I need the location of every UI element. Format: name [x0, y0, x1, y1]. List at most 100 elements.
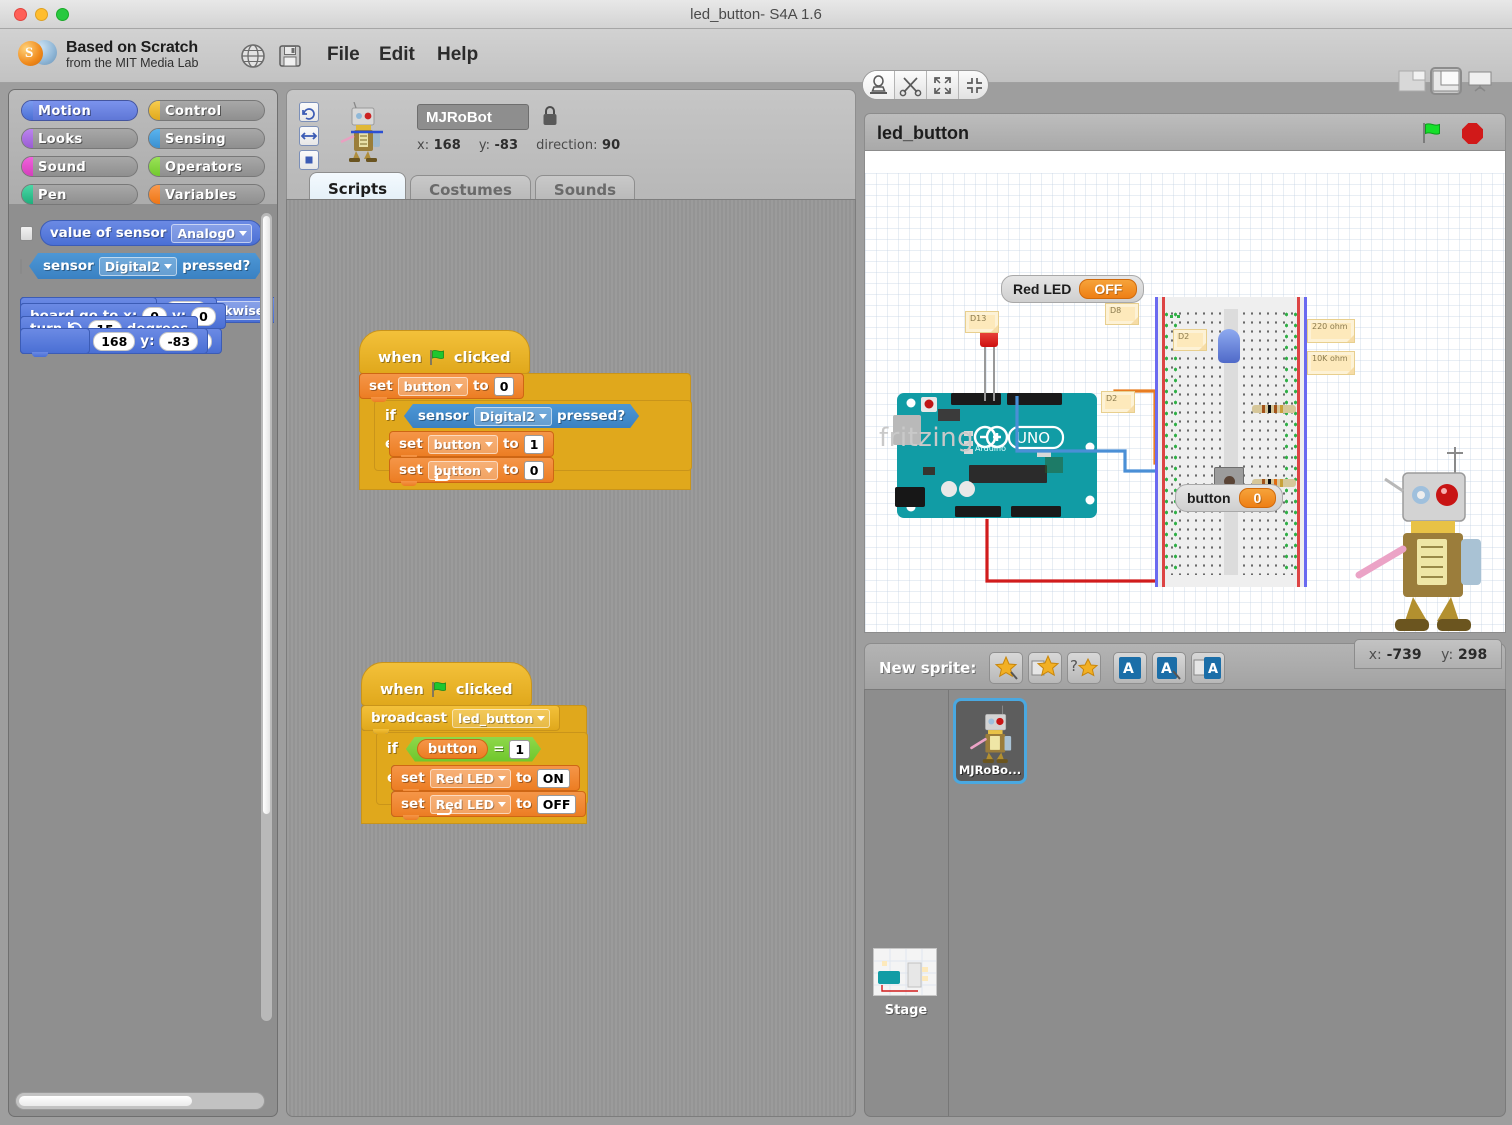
category-pen[interactable]: Pen: [21, 184, 138, 205]
menu-edit[interactable]: Edit: [379, 41, 415, 69]
equals-right-input[interactable]: 1: [509, 740, 530, 759]
sensor-port-value: Analog0: [177, 226, 235, 241]
block-value-of-sensor[interactable]: value of sensor Analog0: [40, 220, 262, 246]
sprite-name-field[interactable]: MJRoBot: [417, 104, 529, 130]
palette-horizontal-scrollbar[interactable]: [15, 1092, 265, 1110]
new-board-button[interactable]: A: [1113, 652, 1147, 684]
set-variable-dropdown[interactable]: Red LED: [430, 769, 511, 788]
category-motion[interactable]: Motion: [21, 100, 138, 121]
sensor-port-dropdown[interactable]: Analog0: [171, 224, 252, 243]
category-control-label: Control: [165, 101, 222, 121]
lock-icon[interactable]: [541, 104, 559, 128]
category-sensing-swatch: [149, 129, 160, 148]
block-glide-partial[interactable]: [20, 328, 90, 354]
watcher-red-led[interactable]: Red LED OFF: [1001, 275, 1144, 303]
palette-vertical-scroll-thumb[interactable]: [262, 215, 271, 815]
s4a-application: S Based on Scratch from the MIT Media La…: [0, 29, 1512, 1125]
script-led-driver[interactable]: when clicked digital 13 off: [361, 662, 587, 824]
goto-x-input[interactable]: 168: [93, 332, 135, 351]
category-operators[interactable]: Operators: [148, 156, 265, 177]
block-palette[interactable]: value of sensor Analog0 sensor Digital2: [12, 208, 274, 1088]
stage-selector[interactable]: Stage: [873, 948, 939, 1018]
category-operators-label: Operators: [165, 157, 242, 177]
block-set-button-1[interactable]: set button to 1: [389, 431, 554, 457]
script-button-reader[interactable]: when clicked set button to 0: [359, 330, 691, 490]
note-220-ohm: 220 ohm: [1307, 319, 1355, 343]
equals-operator-label: =: [493, 741, 504, 757]
surprise-sprite-button[interactable]: ?: [1067, 652, 1101, 684]
set-variable-dropdown[interactable]: button: [398, 377, 468, 396]
block-set-red-led-on[interactable]: set Red LED to ON: [391, 765, 580, 791]
broadcast-label: broadcast: [371, 710, 447, 726]
if-header-2: if button = 1: [377, 733, 587, 765]
if-else-footer-2: [377, 791, 587, 804]
category-selector: Motion Control Looks Sensing Sound: [9, 90, 277, 204]
goto-y-input[interactable]: -83: [159, 332, 198, 351]
category-sound[interactable]: Sound: [21, 156, 138, 177]
sprite-x-value: 168: [434, 138, 461, 153]
watcher-red-led-label: Red LED: [1013, 281, 1071, 297]
set-variable-dropdown[interactable]: button: [428, 435, 498, 454]
block-set-button-0[interactable]: set button to 0: [359, 373, 524, 399]
menu-file[interactable]: File: [327, 41, 360, 69]
broadcast-message-value: led_button: [458, 711, 533, 726]
os-title-bar: led_button- S4A 1.6: [0, 0, 1512, 29]
condition-button-equals-1[interactable]: button = 1: [406, 737, 541, 762]
rotate-left-right-button[interactable]: [299, 126, 319, 146]
forever-body-2: if button = 1 digital: [376, 732, 586, 805]
palette-row-sensor-pressed[interactable]: sensor Digital2 pressed?: [20, 253, 262, 279]
to-label: to: [516, 770, 532, 786]
sprite-corral[interactable]: Stage MJRoBo...: [864, 689, 1506, 1117]
condition-sensor-pressed[interactable]: sensor Digital2 pressed?: [404, 404, 639, 428]
sprite-cell-mjrobot[interactable]: MJRoBo...: [953, 698, 1027, 784]
rotate-all-around-button[interactable]: [299, 102, 319, 122]
category-variables[interactable]: Variables: [148, 184, 265, 205]
variable-reporter-button[interactable]: button: [417, 739, 488, 759]
category-control[interactable]: Control: [148, 100, 265, 121]
globe-icon[interactable]: [240, 43, 266, 69]
category-operators-swatch: [149, 157, 160, 176]
stage-canvas[interactable]: UNO Arduino: [864, 151, 1506, 633]
palette-row-sensor-value[interactable]: value of sensor Analog0: [20, 220, 262, 246]
palette-horizontal-scroll-thumb[interactable]: [18, 1095, 193, 1107]
block-broadcast[interactable]: broadcast led_button: [361, 705, 560, 731]
hat-when-green-flag-clicked-2[interactable]: when clicked: [361, 662, 532, 706]
block-sensor-pressed[interactable]: sensor Digital2 pressed?: [29, 253, 264, 279]
set-variable-value[interactable]: ON: [537, 769, 570, 788]
stop-sign-button[interactable]: [1462, 123, 1483, 144]
import-sprite-button[interactable]: [1028, 652, 1062, 684]
rotate-none-button[interactable]: [299, 150, 319, 170]
logo-line-2: from the MIT Media Lab: [66, 56, 198, 70]
stage-thumbnail: [873, 948, 937, 996]
note-d2-left: D8: [1105, 303, 1139, 325]
watcher-checkbox-sensor-value[interactable]: [20, 226, 33, 241]
condition-post-label: pressed?: [557, 408, 625, 424]
category-looks[interactable]: Looks: [21, 128, 138, 149]
palette-vertical-scrollbar[interactable]: [260, 212, 273, 1022]
paint-board-button[interactable]: A: [1152, 652, 1186, 684]
sprite-info-panel: MJRoBot x: 168 y: -83 direction: 90 Scri…: [286, 89, 856, 217]
watcher-checkbox-sensor-pressed[interactable]: [20, 259, 22, 274]
hat-when-green-flag-clicked-1[interactable]: when clicked: [359, 330, 530, 374]
svg-text:A: A: [1208, 662, 1218, 677]
set-variable-value[interactable]: 1: [524, 435, 545, 454]
import-board-button[interactable]: A: [1191, 652, 1225, 684]
watcher-button[interactable]: button 0: [1175, 484, 1283, 512]
save-icon[interactable]: [277, 43, 303, 69]
digital-pin-dropdown[interactable]: Digital2: [99, 257, 177, 276]
paint-new-sprite-button[interactable]: [989, 652, 1023, 684]
block-if-else-1[interactable]: if sensor Digital2 pressed?: [374, 400, 692, 471]
block-if-else-2[interactable]: if button = 1 digital: [376, 732, 588, 805]
note-d2-right: D2: [1173, 329, 1207, 351]
set-variable-name: button: [434, 437, 481, 452]
condition-pin-dropdown[interactable]: Digital2: [474, 407, 552, 426]
scripts-canvas[interactable]: when clicked set button to 0: [286, 199, 856, 1117]
set-variable-name: button: [404, 379, 451, 394]
green-flag-button[interactable]: [1421, 122, 1445, 144]
mjrobot-sprite-on-stage[interactable]: [1355, 439, 1485, 633]
logo-line-1: Based on Scratch: [66, 39, 198, 56]
menu-help[interactable]: Help: [437, 41, 478, 69]
broadcast-message-dropdown[interactable]: led_button: [452, 709, 550, 728]
set-variable-value[interactable]: 0: [494, 377, 515, 396]
category-sensing[interactable]: Sensing: [148, 128, 265, 149]
